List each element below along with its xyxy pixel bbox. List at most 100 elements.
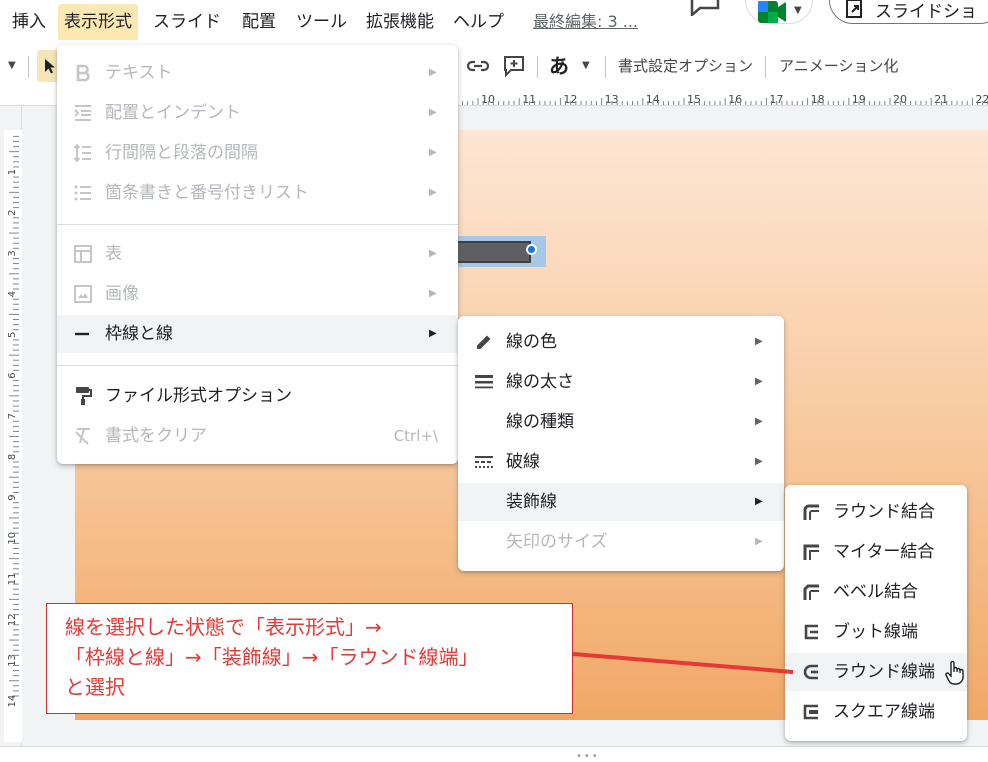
borders-lines-submenu: 線の色 ▶ 線の太さ ▶ 線の種類 ▶ 破線 ▶ 装飾線 ▶ 矢印のサイズ ▶ [458, 316, 784, 571]
submenu-arrow-icon: ▶ [429, 67, 437, 78]
menu-item-label: 行間隔と段落の間隔 [105, 143, 258, 163]
menu-tools[interactable]: ツール [290, 4, 353, 40]
menu-item-line-color[interactable]: 線の色 ▶ [458, 323, 784, 361]
annotation-text: 線を選択した状態で「表示形式」→ 「枠線と線」→「装飾線」→「ラウンド線端」 と… [65, 615, 479, 699]
menu-format[interactable]: 表示形式 [58, 4, 138, 40]
menu-item-line-weight[interactable]: 線の太さ ▶ [458, 363, 784, 401]
line-endpoint-handle[interactable] [526, 244, 537, 255]
menu-divider [57, 224, 458, 225]
menu-extensions[interactable]: 拡張機能 [360, 4, 440, 40]
paint-roller-icon [76, 387, 92, 405]
miter-join-icon [803, 544, 819, 560]
shortcut-label: Ctrl+\ [393, 427, 438, 445]
drag-handle-icon[interactable]: ••• [576, 751, 600, 762]
selected-line[interactable] [456, 241, 531, 263]
menu-item-round-join[interactable]: ラウンド結合 [785, 493, 967, 531]
toolbar-divider [537, 56, 538, 78]
menu-item-line-spacing[interactable]: 行間隔と段落の間隔 ▶ [57, 134, 458, 172]
menu-item-label: ブット線端 [833, 622, 918, 642]
comment-icon[interactable] [688, 0, 722, 16]
submenu-arrow-icon: ▶ [755, 496, 763, 507]
square-cap-icon [803, 704, 818, 720]
ruler-label: 14 [7, 695, 18, 708]
menu-item-label: 表 [105, 244, 122, 264]
menu-item-line-type[interactable]: 線の種類 ▶ [458, 403, 784, 441]
menu-item-label: マイター結合 [833, 542, 935, 562]
vertical-ruler: 1 2 3 4 5 6 7 8 9 10 11 12 13 14 [0, 106, 22, 746]
zoom-dropdown-icon[interactable]: ▼ [8, 50, 16, 82]
menubar: 挿入 表示形式 スライド 配置 ツール 拡張機能 ヘルプ 最終編集: 3 ...… [0, 0, 988, 42]
line-weight-icon [475, 375, 493, 389]
menu-item-label: ベベル結合 [833, 582, 918, 602]
menu-item-label: 矢印のサイズ [506, 532, 608, 552]
link-icon[interactable] [467, 56, 489, 76]
animate-button[interactable]: アニメーション化 [779, 50, 898, 82]
dash-icon [475, 456, 493, 468]
menu-item-dash[interactable]: 破線 ▶ [458, 443, 784, 481]
menu-item-round-cap[interactable]: ラウンド線端 [785, 653, 967, 691]
menu-item-label: 配置とインデント [105, 103, 241, 123]
menu-insert[interactable]: 挿入 [6, 4, 52, 40]
bevel-join-icon [803, 584, 819, 600]
hand-cursor-icon [945, 661, 964, 685]
toolbar-divider [605, 56, 606, 78]
menu-item-format-options[interactable]: ファイル形式オプション [57, 377, 458, 415]
toolbar-divider [765, 56, 766, 78]
last-edit-link[interactable]: 最終編集: 3 ... [533, 4, 638, 40]
submenu-arrow-icon: ▶ [755, 536, 763, 547]
submenu-arrow-icon: ▶ [429, 328, 437, 339]
slideshow-button[interactable]: スライドショ [829, 0, 988, 24]
ruler-label: 10 [7, 532, 18, 545]
image-icon [74, 285, 92, 303]
ruler-ticks: 1234567891011121314 [7, 135, 19, 708]
ruler-label: 12 [7, 613, 18, 626]
meet-button[interactable]: ▼ [745, 0, 813, 24]
submenu-arrow-icon: ▶ [429, 248, 437, 259]
ruler-label: 9 [7, 494, 18, 500]
menu-item-miter-join[interactable]: マイター結合 [785, 533, 967, 571]
menu-item-decoration[interactable]: 装飾線 ▶ [458, 483, 784, 521]
border-line-icon [75, 332, 89, 336]
menu-item-arrow-size[interactable]: 矢印のサイズ ▶ [458, 523, 784, 561]
menu-item-lists[interactable]: 箇条書きと番号付きリスト ▶ [57, 174, 458, 212]
ruler-label: 13 [7, 654, 18, 667]
ruler-label: 5 [7, 332, 18, 338]
annotation-box: 線を選択した状態で「表示形式」→ 「枠線と線」→「装飾線」→「ラウンド線端」 と… [46, 603, 573, 714]
pencil-icon [477, 335, 491, 349]
chevron-down-icon: ▼ [794, 5, 802, 16]
menu-item-label: 破線 [506, 452, 540, 472]
submenu-arrow-icon: ▶ [429, 288, 437, 299]
decoration-submenu: ラウンド結合 マイター結合 ベベル結合 ブット線端 ラウンド線端 スクエア線端 [785, 485, 967, 741]
menu-arrange[interactable]: 配置 [236, 4, 282, 40]
menu-item-clear-format[interactable]: 書式をクリア Ctrl+\ [57, 417, 458, 455]
round-cap-icon [803, 664, 818, 680]
menu-slide[interactable]: スライド [147, 4, 227, 40]
speaker-notes-bar: ••• [0, 746, 988, 762]
submenu-arrow-icon: ▶ [755, 416, 763, 427]
ruler-label: 11 [7, 573, 18, 586]
input-tools-button[interactable]: あ [549, 50, 569, 82]
ruler-label: 2 [7, 210, 18, 216]
add-comment-icon[interactable] [503, 55, 525, 77]
menu-help[interactable]: ヘルプ [447, 4, 510, 40]
menu-item-label: ラウンド結合 [833, 502, 935, 522]
menu-item-square-cap[interactable]: スクエア線端 [785, 693, 967, 731]
menu-item-table[interactable]: 表 ▶ [57, 235, 458, 273]
menu-item-align-indent[interactable]: 配置とインデント ▶ [57, 94, 458, 132]
menu-item-label: スクエア線端 [833, 702, 935, 722]
ruler-label: 8 [7, 454, 18, 460]
menu-item-bevel-join[interactable]: ベベル結合 [785, 573, 967, 611]
format-menu: テキスト ▶ 配置とインデント ▶ 行間隔と段落の間隔 ▶ 箇条書きと番号付きリ… [57, 45, 458, 464]
meet-icon [758, 1, 786, 23]
menu-item-borders-lines[interactable]: 枠線と線 ▶ [57, 315, 458, 353]
menu-item-butt-cap[interactable]: ブット線端 [785, 613, 967, 651]
submenu-arrow-icon: ▶ [429, 107, 437, 118]
menu-item-label: 枠線と線 [105, 324, 173, 344]
format-options-button[interactable]: 書式設定オプション [618, 50, 753, 82]
menu-item-label: ラウンド線端 [833, 662, 935, 682]
toolbar-divider [28, 56, 29, 78]
chevron-down-icon[interactable]: ▼ [582, 50, 590, 82]
menu-item-text[interactable]: テキスト ▶ [57, 54, 458, 92]
ruler-label: 6 [7, 372, 18, 378]
menu-item-image[interactable]: 画像 ▶ [57, 275, 458, 313]
